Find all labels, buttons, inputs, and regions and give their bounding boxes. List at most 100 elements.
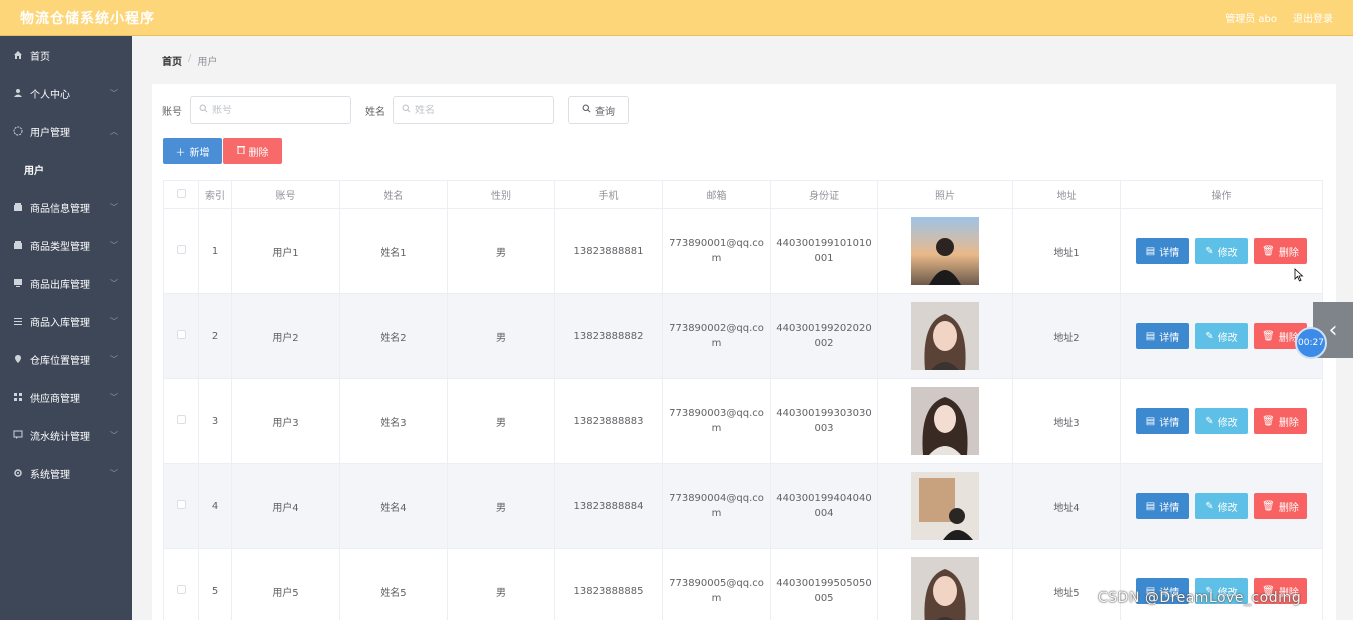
sidebar-item-system[interactable]: 系统管理 ﹀	[0, 454, 132, 492]
box-icon	[12, 201, 24, 213]
table-row: 2 用户2 姓名2 男 13823888882 773890002@qq.com…	[163, 293, 1323, 379]
cell-gender: 男	[447, 208, 555, 294]
sidebar-item-label: 流水统计管理	[30, 431, 90, 443]
delete-row-button[interactable]: 🗑 删除	[1254, 408, 1307, 434]
chevron-down-icon: ﹀	[110, 468, 118, 478]
app-title: 物流仓储系统小程序	[20, 10, 155, 27]
row-select-cell	[163, 378, 199, 464]
delete-button-label: 删除	[248, 147, 269, 159]
user-photo[interactable]	[911, 217, 979, 285]
batch-delete-button[interactable]: 删除	[223, 138, 282, 164]
detail-button[interactable]: ▤ 详情	[1136, 408, 1189, 434]
sidebar-item-user-management[interactable]: 用户管理 ︿	[0, 112, 132, 150]
sidebar-item-home[interactable]: 首页	[0, 36, 132, 74]
email-text: 773890001@qq.com	[669, 238, 764, 264]
cell-account: 用户2	[231, 293, 340, 379]
cell-account: 用户5	[231, 548, 340, 620]
cell-photo	[877, 548, 1013, 620]
edit-button[interactable]: ✎ 修改	[1195, 238, 1248, 264]
pencil-icon: ✎	[1205, 330, 1214, 342]
sidebar-item-label: 供应商管理	[30, 393, 80, 405]
timer-badge[interactable]: 00:27	[1295, 327, 1327, 359]
cell-account: 用户4	[231, 463, 340, 549]
id-card-text: 440300199101010001	[776, 238, 872, 264]
cell-actions: ▤ 详情 ✎ 修改 🗑 删除	[1120, 293, 1323, 379]
chevron-down-icon: ﹀	[110, 354, 118, 364]
query-button[interactable]: 查询	[568, 96, 629, 124]
cell-name: 姓名4	[339, 463, 448, 549]
row-checkbox[interactable]	[176, 585, 186, 594]
trash-icon: 🗑	[1262, 330, 1275, 342]
edit-button[interactable]: ✎ 修改	[1195, 323, 1248, 349]
search-icon	[582, 104, 591, 116]
breadcrumb-home[interactable]: 首页	[162, 53, 182, 68]
row-select-cell	[163, 548, 199, 620]
pencil-icon: ✎	[1205, 245, 1214, 257]
row-checkbox[interactable]	[176, 245, 186, 254]
monitor-icon	[12, 277, 24, 289]
delete-row-button[interactable]: 🗑 删除	[1254, 238, 1307, 264]
cell-id-card: 440300199202020002	[770, 293, 878, 379]
edit-label: 修改	[1217, 247, 1238, 259]
cell-email: 773890002@qq.com	[662, 293, 771, 379]
cell-name: 姓名3	[339, 378, 448, 464]
add-button[interactable]: ＋ 新增	[163, 138, 222, 164]
name-search-input[interactable]	[415, 104, 535, 116]
sidebar-item-outbound[interactable]: 商品出库管理 ﹀	[0, 264, 132, 302]
row-checkbox[interactable]	[176, 415, 186, 424]
cell-address: 地址5	[1012, 548, 1121, 620]
cell-email: 773890004@qq.com	[662, 463, 771, 549]
user-photo[interactable]	[911, 557, 979, 620]
cell-gender: 男	[447, 548, 555, 620]
sidebar-item-label: 商品类型管理	[30, 241, 90, 253]
globe-icon	[12, 125, 24, 137]
sidebar-item-profile[interactable]: 个人中心 ﹀	[0, 74, 132, 112]
chevron-up-icon: ︿	[110, 126, 118, 136]
detail-button[interactable]: ▤ 详情	[1136, 323, 1189, 349]
sidebar-item-statistics[interactable]: 流水统计管理 ﹀	[0, 416, 132, 454]
cell-account: 用户1	[231, 208, 340, 294]
watermark-text: CSDN @DreamLove_coding	[1098, 590, 1302, 606]
cell-name: 姓名5	[339, 548, 448, 620]
cell-address: 地址4	[1012, 463, 1121, 549]
sidebar-subitem-user[interactable]: 用户	[0, 150, 132, 188]
sidebar-item-warehouse-location[interactable]: 仓库位置管理 ﹀	[0, 340, 132, 378]
column-header: 性别	[447, 180, 555, 209]
cell-id-card: 440300199404040004	[770, 463, 878, 549]
sidebar-item-supplier[interactable]: 供应商管理 ﹀	[0, 378, 132, 416]
email-text: 773890004@qq.com	[669, 493, 764, 519]
cell-index: 5	[198, 548, 232, 620]
user-photo[interactable]	[911, 472, 979, 540]
cell-photo	[877, 208, 1013, 294]
delete-row-button[interactable]: 🗑 删除	[1254, 493, 1307, 519]
user-photo[interactable]	[911, 302, 979, 370]
detail-button[interactable]: ▤ 详情	[1136, 238, 1189, 264]
sidebar-item-label: 商品入库管理	[30, 317, 90, 329]
edit-button[interactable]: ✎ 修改	[1195, 408, 1248, 434]
sidebar-item-product-type[interactable]: 商品类型管理 ﹀	[0, 226, 132, 264]
cell-name: 姓名1	[339, 208, 448, 294]
detail-button[interactable]: ▤ 详情	[1136, 493, 1189, 519]
detail-label: 详情	[1159, 332, 1180, 344]
cell-actions: ▤ 详情 ✎ 修改 🗑 删除	[1120, 463, 1323, 549]
cell-actions: ▤ 详情 ✎ 修改 🗑 删除	[1120, 208, 1323, 294]
account-search-input[interactable]	[212, 104, 332, 116]
list-icon	[12, 315, 24, 327]
edit-button[interactable]: ✎ 修改	[1195, 493, 1248, 519]
user-table: 索引 账号 姓名 性别 手机 邮箱 身份证 照片 地址 操作 1 用户1 姓名1…	[163, 180, 1323, 620]
row-checkbox[interactable]	[176, 330, 186, 339]
sidebar-item-label: 仓库位置管理	[30, 355, 90, 367]
row-checkbox[interactable]	[176, 500, 186, 509]
row-select-cell	[163, 293, 199, 379]
admin-label[interactable]: 管理员 abo	[1225, 10, 1277, 25]
select-all-checkbox[interactable]	[176, 188, 186, 198]
search-icon	[402, 104, 411, 116]
document-icon: ▤	[1145, 415, 1156, 427]
cell-id-card: 440300199101010001	[770, 208, 878, 294]
sidebar-item-inbound[interactable]: 商品入库管理 ﹀	[0, 302, 132, 340]
chevron-down-icon: ﹀	[110, 316, 118, 326]
sidebar-item-product-info[interactable]: 商品信息管理 ﹀	[0, 188, 132, 226]
logout-link[interactable]: 退出登录	[1293, 10, 1333, 25]
user-photo[interactable]	[911, 387, 979, 455]
cell-gender: 男	[447, 378, 555, 464]
